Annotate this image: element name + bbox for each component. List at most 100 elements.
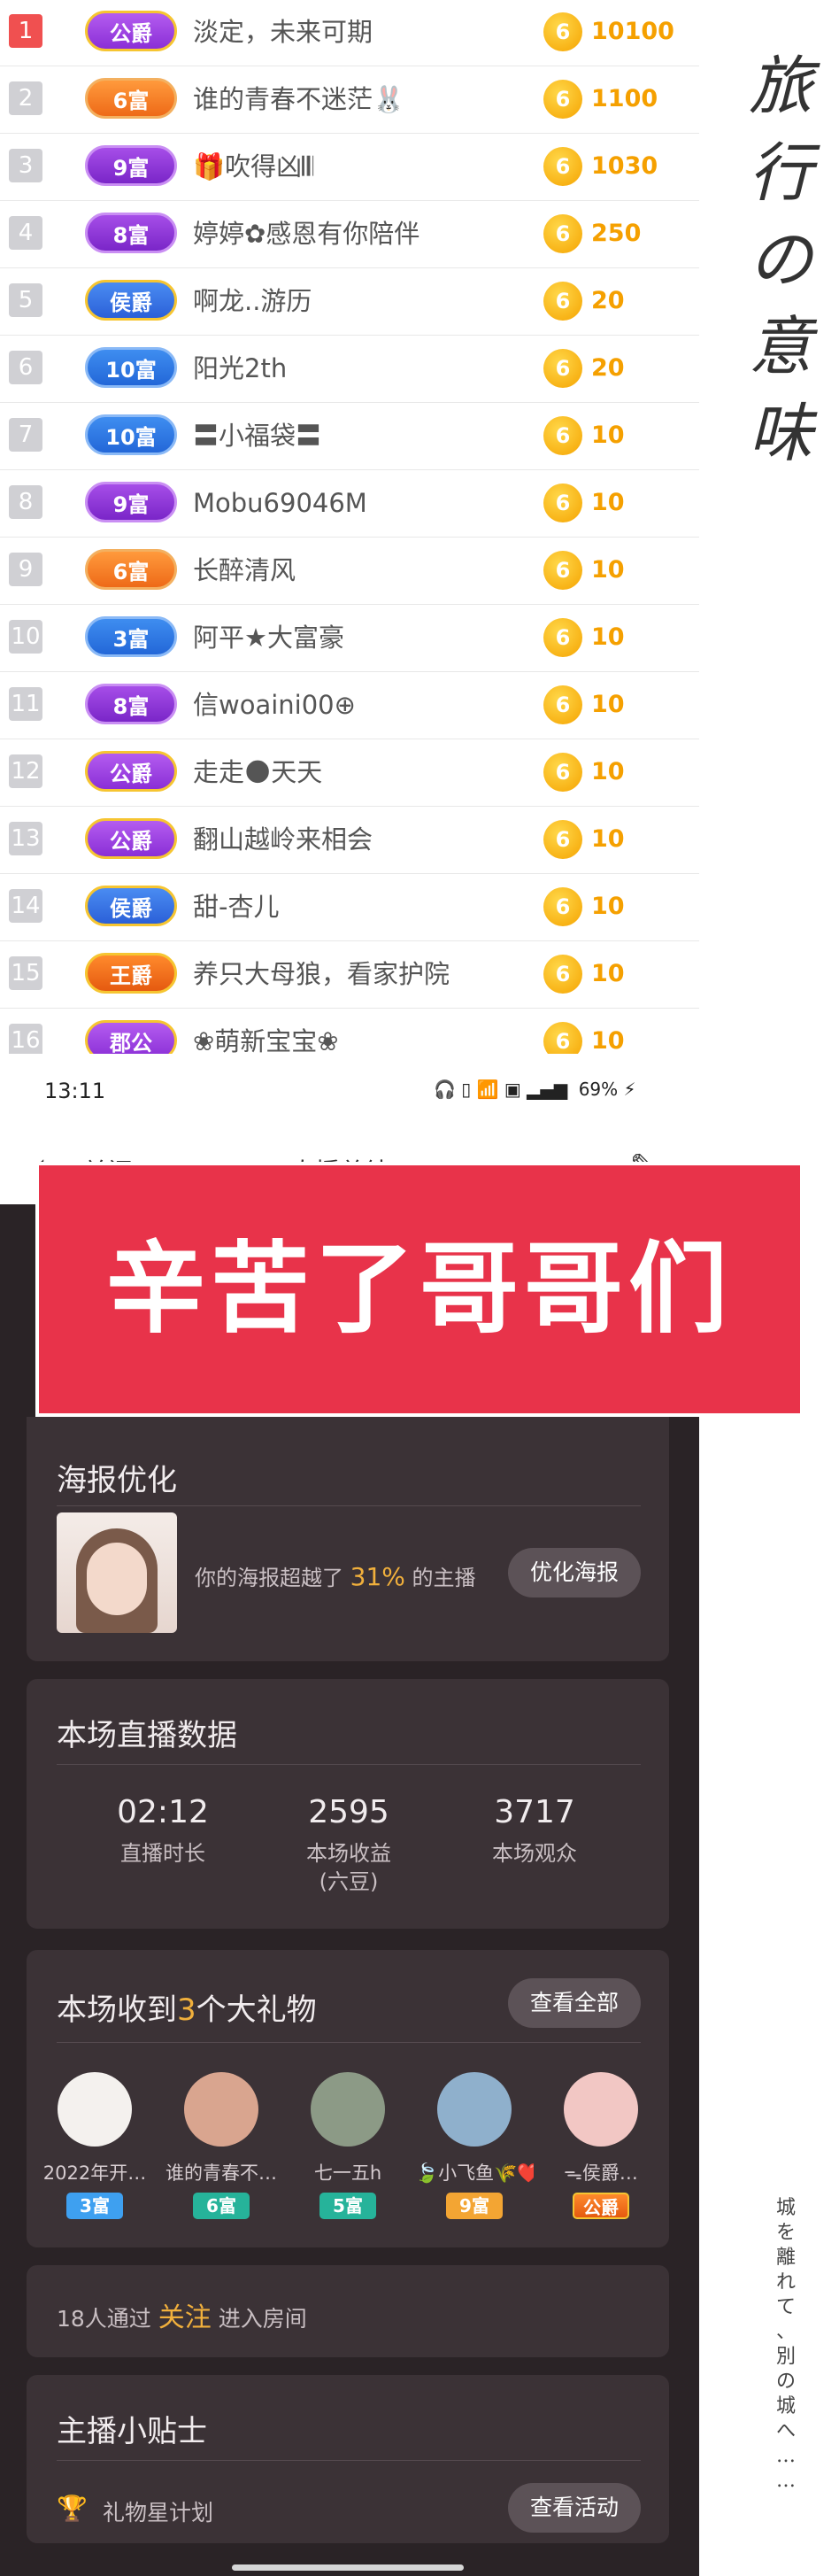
rank-badge: 6富 [85,549,177,590]
avatar[interactable] [564,2072,638,2147]
view-activity-button[interactable]: 查看活动 [508,2483,641,2533]
gift-sender[interactable]: 谁的青春不… 6富 [162,2072,281,2219]
rank-user-name: 婷婷✿感恩有你陪伴 [193,219,420,249]
side-poem-char: れ [775,2271,796,2294]
rank-row[interactable]: 9 6富 长醉清风 6 10 [0,537,699,605]
poster-thumbnail [57,1512,177,1633]
poster-title: 海报优化 [57,1463,177,1498]
rank-row[interactable]: 11 8富 信woaini00⊕ 6 10 [0,671,699,739]
rank-value: 1030 [591,152,658,180]
gift-ranking-list: 1 公爵 淡定，未来可期 6 10100 2 6富 谁的青春不迷茫🐰 6 1100 3 9富 🎁吹得凶𝄃… [0,0,699,1054]
stat-label: 直播时长 [120,1841,205,1866]
gifts-card: 本场收到3个大礼物 查看全部 2022年开… 3富 谁的青春不… 6富 七一五h 5富 🍃小… [27,1950,669,2247]
banner-text: 辛苦了哥哥们 [106,1232,733,1347]
thanks-banner: 辛苦了哥哥们 [35,1162,804,1417]
side-title-char: 旅 [748,49,812,123]
rank-number: 1 [9,14,42,48]
side-poem-char: 離 [775,2247,796,2269]
side-poem-char: 別 [775,2346,796,2368]
rank-number: 5 [9,283,42,317]
poster-text-after: 的主播 [412,1566,476,1590]
avatar[interactable] [184,2072,258,2147]
poster-rank-text: 你的海报超越了 31% 的主播 [195,1560,476,1591]
tips-item[interactable]: 礼物星计划 [103,2495,213,2527]
avatar[interactable] [58,2072,132,2147]
rank-row[interactable]: 15 王爵 养只大母狼，看家护院 6 10 [0,940,699,1009]
side-art-title: 旅行の意味 [745,43,816,476]
gifts-count: 3 [177,1992,196,2028]
rank-badge: 公爵 [85,751,177,792]
rank-row[interactable]: 7 10富 〓小福袋〓 6 10 [0,402,699,470]
rank-number: 10 [9,620,42,654]
rank-number: 11 [9,687,42,721]
coin-icon: 6 [543,753,582,792]
view-all-button[interactable]: 查看全部 [508,1978,641,2028]
side-title-char: 行 [748,135,812,210]
rank-row[interactable]: 16 郡公 ❀萌新宝宝❀ 6 10 [0,1008,699,1054]
coin-icon: 6 [543,1022,582,1054]
coin-icon: 6 [543,416,582,455]
rank-value: 20 [591,354,625,382]
rank-row[interactable]: 13 公爵 翻山越岭来相会 6 10 [0,806,699,874]
status-icons: 🎧 ▯ 📶 ▣ ▂▄▆ 69% ⚡ [434,1079,636,1100]
gift-sender-badge: 公爵 [573,2193,629,2219]
divider [57,2460,641,2461]
gift-sender[interactable]: 🍃小飞鱼🌾❤️ 9富 [415,2072,534,2219]
stat-value: 02:12 [117,1794,209,1830]
rank-user-name: 养只大母狼，看家护院 [193,959,450,989]
side-poem-char: 城 [775,2395,796,2417]
tips-card: 主播小贴士 🏆 礼物星计划 查看活动 [27,2375,669,2543]
gifts-title-before: 本场收到 [57,1992,177,2028]
rank-value: 10 [591,556,625,584]
stat-label: 本场收益 [306,1841,391,1866]
side-poem-char: の [775,2371,796,2393]
gift-sender-badge: 9富 [446,2193,503,2219]
gift-sender-name: 🍃小飞鱼🌾❤️ [415,2162,534,2184]
rank-user-name: 走走🌑天天 [193,757,323,787]
rank-row[interactable]: 6 10富 阳光2th 6 20 [0,335,699,403]
rank-badge: 10富 [85,347,177,388]
rank-row[interactable]: 10 3富 阿平★大富豪 6 10 [0,604,699,672]
rank-value: 10 [591,623,625,651]
rank-user-name: ❀萌新宝宝❀ [193,1026,339,1054]
gifts-title-after: 个大礼物 [196,1992,317,2028]
gift-sender-name: 七一五h [313,2162,382,2184]
gift-sender-name: ᯓ侯爵… [564,2162,638,2184]
rank-value: 10 [591,758,625,785]
gift-sender-badge: 5富 [319,2193,376,2219]
rank-value: 1100 [591,85,658,112]
rank-row[interactable]: 2 6富 谁的青春不迷茫🐰 6 1100 [0,66,699,134]
rank-row[interactable]: 12 公爵 走走🌑天天 6 10 [0,739,699,807]
follow-highlight: 关注 [158,2302,212,2333]
rank-row[interactable]: 5 侯爵 啊龙..游历 6 20 [0,267,699,336]
side-title-char: 味 [748,396,812,470]
optimize-poster-button[interactable]: 优化海报 [508,1548,641,1597]
rank-badge: 8富 [85,213,177,253]
stat-duration: 02:12 直播时长 [65,1794,260,1868]
rank-row[interactable]: 8 9富 Mobu69046M 6 10 [0,469,699,538]
rank-row[interactable]: 3 9富 🎁吹得凶𝄃𝄃 6 1030 [0,133,699,201]
avatar[interactable] [437,2072,512,2147]
gift-sender[interactable]: ᯓ侯爵… 公爵 [542,2072,660,2219]
rank-badge: 侯爵 [85,886,177,926]
gift-sender-badge: 3富 [66,2193,123,2219]
rank-user-name: 甜-杏儿 [193,892,280,922]
rank-row[interactable]: 4 8富 婷婷✿感恩有你陪伴 6 250 [0,200,699,268]
side-poem-char: … [776,2470,796,2492]
rank-badge: 6富 [85,78,177,119]
gift-sender[interactable]: 2022年开… 3富 [35,2072,154,2219]
headphone-icon: 🎧 [434,1079,456,1100]
rank-number: 6 [9,351,42,384]
gift-sender[interactable]: 七一五h 5富 [289,2072,407,2219]
battery-percent: 69% [578,1079,619,1100]
rank-row[interactable]: 14 侯爵 甜-杏儿 6 10 [0,873,699,941]
avatar[interactable] [311,2072,385,2147]
rank-badge: 公爵 [85,11,177,51]
rank-row[interactable]: 1 公爵 淡定，未来可期 6 10100 [0,0,699,66]
rank-badge: 侯爵 [85,280,177,321]
rank-value: 10 [591,691,625,718]
home-indicator[interactable] [232,2564,464,2571]
rank-user-name: 〓小福袋〓 [193,421,322,451]
rank-value: 10 [591,422,625,449]
side-poem-char: … [776,2445,796,2467]
